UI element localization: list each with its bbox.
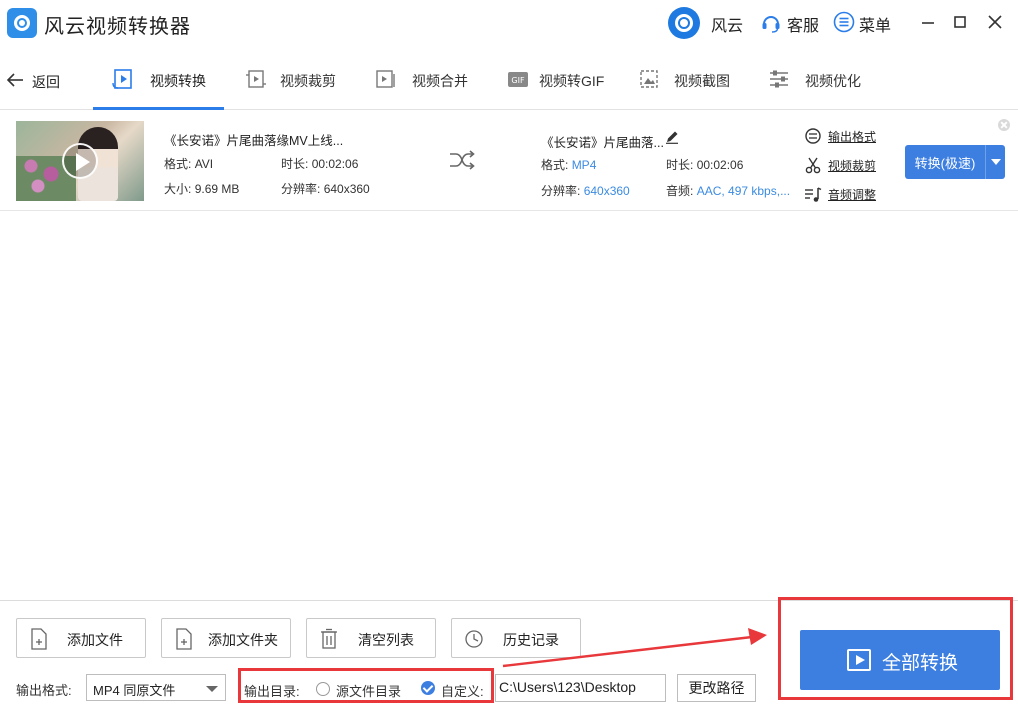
tab-label: 视频截图	[674, 73, 730, 89]
play-icon[interactable]	[62, 143, 98, 179]
convert-all-button[interactable]: 全部转换	[800, 630, 1000, 690]
output-format-select[interactable]: MP4 同原文件	[86, 674, 226, 701]
output-format: 格式: MP4	[541, 158, 597, 172]
tab-label: 视频合并	[412, 73, 468, 89]
menu-icon[interactable]	[833, 11, 855, 33]
convert-fast-button[interactable]: 转换(极速)	[905, 145, 985, 179]
brand-logo-icon[interactable]	[668, 7, 700, 39]
tab-label: 视频转GIF	[539, 73, 605, 89]
trash-icon	[321, 628, 337, 649]
app-title: 风云视频转换器	[44, 16, 191, 38]
history-button[interactable]: 历史记录	[451, 618, 581, 658]
tab-label: 视频转换	[150, 73, 206, 89]
add-folder-icon	[176, 628, 192, 650]
source-size: 大小: 9.69 MB	[164, 182, 240, 196]
shuffle-icon	[450, 150, 475, 170]
output-format-link[interactable]: 输出格式	[804, 127, 876, 145]
active-tab-indicator	[93, 107, 224, 110]
music-note-icon	[805, 187, 822, 202]
convert-options-dropdown[interactable]	[985, 145, 1005, 179]
change-path-button[interactable]: 更改路径	[677, 674, 756, 702]
headset-icon[interactable]	[760, 12, 782, 34]
tab-label: 视频优化	[805, 73, 861, 89]
customer-service-link[interactable]: 客服	[787, 12, 819, 36]
gif-icon: GIF	[508, 72, 528, 87]
menu-link[interactable]: 菜单	[859, 12, 891, 36]
video-crop-icon	[246, 70, 266, 88]
close-icon[interactable]	[985, 12, 1005, 32]
maximize-icon[interactable]	[950, 12, 970, 32]
video-convert-icon	[112, 69, 132, 89]
file-list-item: 《长安诺》片尾曲落缘MV上线... 格式: AVI 时长: 00:02:06 大…	[0, 111, 1018, 211]
source-resolution: 分辨率: 640x360	[281, 182, 370, 196]
tab-video-optimize[interactable]: 视频优化	[766, 56, 876, 110]
svg-text:GIF: GIF	[511, 76, 525, 85]
chevron-down-icon	[991, 159, 1001, 165]
screenshot-icon	[640, 70, 658, 88]
video-thumbnail[interactable]	[16, 121, 144, 201]
tab-video-screenshot[interactable]: 视频截图	[636, 56, 746, 110]
audio-adjust-link[interactable]: 音频调整	[804, 185, 876, 203]
add-file-icon	[31, 628, 47, 650]
play-icon	[847, 649, 871, 671]
highlight-box-output-dir	[238, 668, 494, 703]
output-audio: 音频: AAC, 497 kbps,...	[666, 184, 791, 198]
source-format: 格式: AVI	[164, 157, 214, 171]
minimize-icon[interactable]	[918, 12, 938, 32]
edit-icon[interactable]	[665, 130, 679, 144]
output-format-value: MP4 同原文件	[93, 683, 176, 698]
brand-link[interactable]: 风云	[711, 12, 743, 36]
tab-video-merge[interactable]: 视频合并	[372, 56, 482, 110]
video-crop-link[interactable]: 视频裁剪	[804, 156, 876, 174]
output-path-input[interactable]: C:\Users\123\Desktop	[495, 674, 666, 702]
chevron-down-icon	[206, 686, 218, 692]
tab-video-crop[interactable]: 视频裁剪	[240, 56, 350, 110]
back-label: 返回	[32, 74, 60, 90]
format-icon	[805, 128, 821, 144]
output-format-label: 输出格式:	[16, 683, 72, 698]
clear-list-button[interactable]: 清空列表	[306, 618, 436, 658]
scissors-icon	[805, 157, 821, 174]
output-file-title: 《长安诺》片尾曲落...	[541, 136, 664, 150]
app-logo-icon	[7, 8, 37, 38]
remove-item-icon[interactable]	[998, 119, 1010, 131]
tab-label: 视频裁剪	[280, 73, 336, 89]
tab-video-convert[interactable]: 视频转换	[93, 56, 224, 110]
video-merge-icon	[376, 70, 395, 88]
output-resolution: 分辨率: 640x360	[541, 184, 630, 198]
nav-bar: 返回 视频转换 视频裁剪 视频合并 GIF 视频转GIF 视频截图 视频优化	[0, 56, 1018, 110]
source-duration: 时长: 00:02:06	[281, 157, 359, 171]
output-duration: 时长: 00:02:06	[666, 158, 744, 172]
tab-video-to-gif[interactable]: GIF 视频转GIF	[505, 56, 615, 110]
source-file-title: 《长安诺》片尾曲落缘MV上线...	[164, 134, 344, 148]
arrow-left-icon	[6, 73, 23, 87]
add-file-button[interactable]: 添加文件	[16, 618, 146, 658]
clock-icon	[465, 630, 483, 648]
title-bar: 风云视频转换器 风云 客服 菜单	[0, 0, 1018, 46]
add-folder-button[interactable]: 添加文件夹	[161, 618, 291, 658]
optimize-icon	[770, 70, 788, 88]
